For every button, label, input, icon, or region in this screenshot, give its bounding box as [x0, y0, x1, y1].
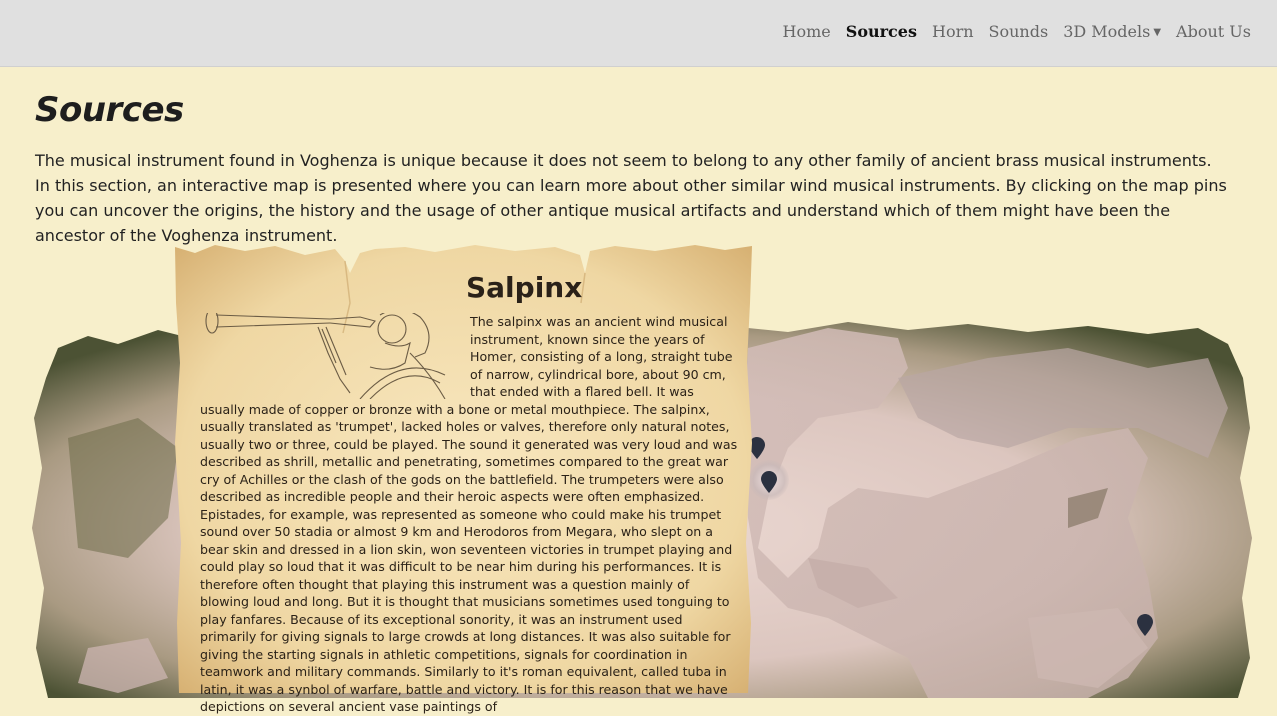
nav-sources[interactable]: Sources [846, 22, 917, 41]
nav-3d-models-dropdown[interactable]: 3D Models ▼ [1063, 22, 1161, 41]
trumpeter-illustration-icon [205, 313, 446, 399]
map-pin-icon-active[interactable] [761, 471, 777, 493]
info-popup-parchment: Salpinx The salpinx was an ancient wind … [175, 243, 752, 714]
nav-sounds[interactable]: Sounds [989, 22, 1049, 41]
page-title: Sources [35, 90, 184, 130]
caret-down-icon: ▼ [1153, 27, 1162, 38]
popup-body: The salpinx was an ancient wind musical … [200, 313, 741, 716]
nav-menu: Home Sources Horn Sounds 3D Models ▼ Abou… [783, 22, 1251, 41]
nav-3d-models-label: 3D Models [1063, 22, 1151, 41]
nav-horn[interactable]: Horn [932, 22, 974, 41]
popup-title: Salpinx [466, 271, 583, 304]
nav-about-us[interactable]: About Us [1176, 22, 1251, 41]
map-pin-icon[interactable] [1137, 614, 1153, 636]
nav-home[interactable]: Home [783, 22, 831, 41]
navbar: Home Sources Horn Sounds 3D Models ▼ Abou… [0, 0, 1277, 67]
intro-paragraph: The musical instrument found in Voghenza… [35, 151, 1227, 245]
